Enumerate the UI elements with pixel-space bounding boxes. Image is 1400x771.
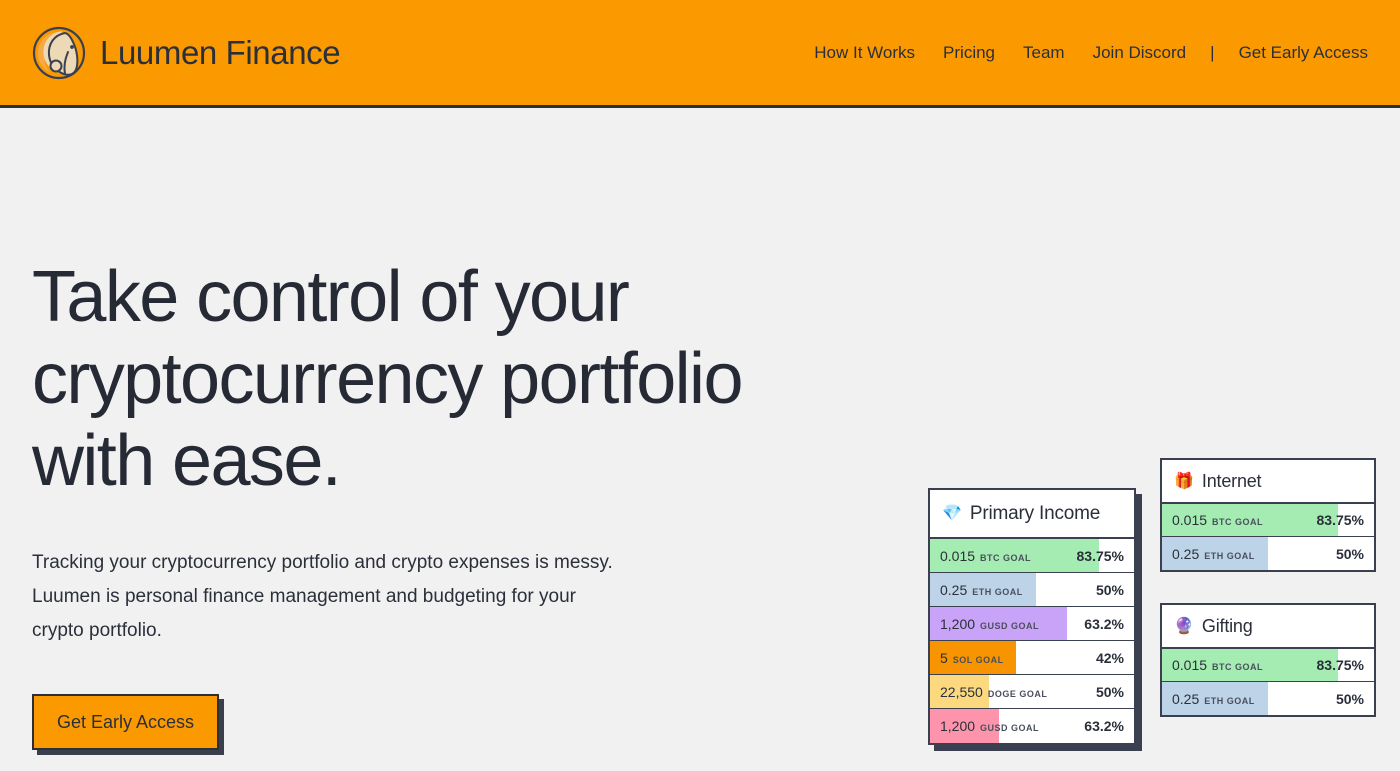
gift-icon: 🎁: [1174, 472, 1194, 490]
goal-amount: 5: [940, 649, 948, 666]
goal-amount: 22,550: [940, 683, 983, 700]
goal-unit: ETH GOAL: [1204, 695, 1255, 706]
goal-unit: GUSD GOAL: [980, 620, 1040, 631]
goal-row[interactable]: 0.015 BTC GOAL 83.75%: [1162, 649, 1374, 682]
goal-label: 0.25 ETH GOAL: [930, 582, 1023, 598]
nav-link-join-discord[interactable]: Join Discord: [1079, 37, 1201, 69]
goal-label: 1,200 GUSD GOAL: [930, 616, 1039, 632]
goal-row[interactable]: 0.25 ETH GOAL 50%: [930, 573, 1134, 607]
goal-percent: 50%: [1095, 683, 1124, 700]
goal-label: 5 SOL GOAL: [930, 650, 1004, 666]
goal-row-list: 0.015 BTC GOAL 83.75% 0.25 ETH GOAL 50%: [1162, 504, 1374, 570]
card-header: 🔮 Gifting: [1162, 605, 1374, 649]
nav-link-pricing[interactable]: Pricing: [929, 37, 1009, 69]
goal-unit: BTC GOAL: [1212, 662, 1264, 672]
card-title: Internet: [1201, 471, 1262, 491]
goal-row-list: 0.015 BTC GOAL 83.75% 0.25 ETH GOAL 50%: [1162, 649, 1374, 715]
gem-icon: 💎: [942, 505, 962, 522]
nav-link-how-it-works[interactable]: How It Works: [800, 37, 929, 69]
goal-label: 0.015 BTC GOAL: [1162, 512, 1263, 528]
goal-unit: BTC GOAL: [980, 552, 1032, 563]
crystal-ball-icon: 🔮: [1174, 617, 1194, 635]
goal-label: 0.25 ETH GOAL: [1162, 691, 1255, 707]
hero-subtitle: Tracking your cryptocurrency portfolio a…: [32, 552, 613, 641]
goal-amount: 0.25: [1172, 690, 1200, 707]
goal-row[interactable]: 1,200 GUSD GOAL 63.2%: [930, 607, 1134, 641]
goal-row[interactable]: 0.015 BTC GOAL 83.75%: [1162, 504, 1374, 537]
goal-amount: 0.015: [1172, 512, 1208, 528]
nav-link-team[interactable]: Team: [1009, 37, 1079, 69]
goal-percent: 50%: [1335, 690, 1364, 707]
goal-label: 0.25 ETH GOAL: [1162, 546, 1255, 562]
goal-unit: DOGE GOAL: [987, 688, 1048, 699]
card-title: Primary Income: [969, 503, 1101, 524]
goal-amount: 0.25: [1172, 545, 1200, 562]
goal-label: 0.015 BTC GOAL: [930, 548, 1031, 564]
luumen-elephant-logo-icon: [32, 26, 86, 79]
goal-label: 1,200 GUSD GOAL: [930, 718, 1039, 734]
goal-label: 22,550 DOGE GOAL: [930, 684, 1047, 700]
landing-page: Luumen Finance How It Works Pricing Team…: [0, 0, 1400, 771]
goal-amount: 1,200: [940, 615, 976, 632]
hero-copy: Take control of your cryptocurrency port…: [32, 108, 892, 750]
card-header: 💎 Primary Income: [930, 490, 1134, 539]
card-primary-income: 💎 Primary Income 0.015 BTC GOAL 83.75% 0…: [928, 488, 1136, 745]
goal-unit: GUSD GOAL: [980, 723, 1040, 733]
goal-row[interactable]: 22,550 DOGE GOAL 50%: [930, 675, 1134, 709]
nav-separator: |: [1210, 42, 1215, 62]
main-navigation: How It Works Pricing Team Join Discord |…: [800, 37, 1368, 69]
goal-row-list: 0.015 BTC GOAL 83.75% 0.25 ETH GOAL 50%: [930, 539, 1134, 743]
goal-percent: 63.2%: [1084, 615, 1124, 632]
goal-unit: ETH GOAL: [972, 586, 1023, 597]
goal-amount: 0.015: [1172, 657, 1208, 673]
goal-percent: 63.2%: [1084, 718, 1124, 734]
goal-unit: BTC GOAL: [1212, 517, 1264, 527]
goal-percent: 42%: [1095, 649, 1124, 666]
nav-link-get-early-access[interactable]: Get Early Access: [1225, 37, 1368, 69]
goal-percent: 83.75%: [1076, 547, 1124, 564]
hero-get-early-access-button[interactable]: Get Early Access: [32, 693, 220, 750]
goal-percent: 50%: [1335, 545, 1364, 562]
goal-amount: 1,200: [940, 718, 976, 734]
goal-percent: 50%: [1095, 581, 1124, 598]
goal-amount: 0.015: [940, 547, 976, 564]
goal-percent: 83.75%: [1316, 512, 1364, 528]
goal-amount: 0.25: [940, 581, 968, 598]
goal-unit: SOL GOAL: [952, 654, 1004, 665]
goal-label: 0.015 BTC GOAL: [1162, 657, 1263, 673]
card-gifting: 🔮 Gifting 0.015 BTC GOAL 83.75% 0.25 ETH…: [1160, 603, 1376, 717]
brand-name: Luumen Finance: [100, 33, 341, 71]
goal-row[interactable]: 0.25 ETH GOAL 50%: [1162, 537, 1374, 570]
card-header: 🎁 Internet: [1162, 460, 1374, 504]
goal-row[interactable]: 0.015 BTC GOAL 83.75%: [930, 539, 1134, 573]
card-title: Gifting: [1201, 616, 1253, 636]
card-internet: 🎁 Internet 0.015 BTC GOAL 83.75% 0.25 ET…: [1160, 458, 1376, 572]
site-header: Luumen Finance How It Works Pricing Team…: [0, 0, 1400, 108]
goal-row[interactable]: 0.25 ETH GOAL 50%: [1162, 682, 1374, 715]
hero-section: Take control of your cryptocurrency port…: [0, 108, 1400, 768]
goal-row[interactable]: 5 SOL GOAL 42%: [930, 641, 1134, 675]
brand-logo-link[interactable]: Luumen Finance: [32, 26, 341, 80]
goal-percent: 83.75%: [1316, 657, 1364, 673]
goal-unit: ETH GOAL: [1204, 550, 1255, 561]
goal-row[interactable]: 1,200 GUSD GOAL 63.2%: [930, 709, 1134, 743]
hero-title: Take control of your cryptocurrency port…: [32, 257, 744, 502]
hero-illustration: 💎 Primary Income 0.015 BTC GOAL 83.75% 0…: [928, 458, 1380, 771]
